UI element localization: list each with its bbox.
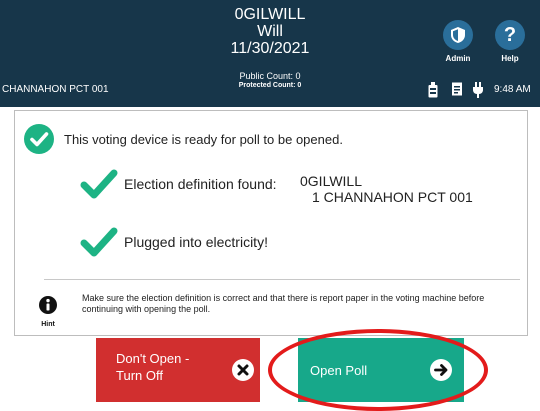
definition-election-code: 0GILWILL: [300, 173, 362, 189]
ballot-box-icon: [428, 82, 438, 98]
ballot-counts: Public Count: 0 Protected Count: 0: [160, 72, 380, 90]
power-plug-icon: [472, 82, 484, 98]
shield-icon: [443, 20, 473, 50]
hint: Hint: [36, 296, 60, 328]
election-date: 11/30/2021: [230, 40, 310, 57]
precinct-name: CHANNAHON PCT 001: [2, 84, 109, 95]
dont-open-button[interactable]: Don't Open - Turn Off: [96, 338, 260, 402]
checkmark-icon: [80, 226, 118, 258]
divider: [44, 279, 520, 280]
plugged-in-label: Plugged into electricity!: [124, 234, 268, 250]
admin-label: Admin: [445, 54, 471, 63]
public-count: Public Count: 0: [239, 71, 301, 81]
help-button[interactable]: ? Help: [490, 20, 530, 63]
open-poll-label: Open Poll: [310, 363, 368, 378]
dont-open-label: Don't Open - Turn Off: [116, 351, 190, 383]
info-icon: [39, 296, 57, 314]
election-info: 0GILWILL Will 11/30/2021: [160, 6, 380, 57]
admin-button[interactable]: Admin: [438, 20, 478, 63]
definition-values: 0GILWILL 1 CHANNAHON PCT 001: [300, 173, 473, 205]
election-code: 0GILWILL: [234, 6, 306, 23]
help-label: Help: [501, 54, 519, 63]
question-mark-icon: ?: [495, 20, 525, 50]
check-row-power: Plugged into electricity!: [80, 226, 268, 258]
open-poll-button[interactable]: Open Poll: [298, 338, 464, 402]
clock-time: 9:48 AM: [494, 84, 531, 95]
ready-row: This voting device is ready for poll to …: [24, 124, 343, 154]
hint-text: Make sure the election definition is cor…: [82, 293, 485, 314]
check-circle-icon: [24, 124, 54, 154]
printer-icon: [450, 82, 464, 96]
definition-found-label: Election definition found:: [124, 176, 277, 192]
ready-message: This voting device is ready for poll to …: [64, 131, 343, 147]
checkmark-icon: [80, 168, 118, 200]
protected-count: Protected Count: 0: [238, 82, 302, 89]
close-icon: [232, 359, 254, 381]
definition-precinct: 1 CHANNAHON PCT 001: [312, 189, 473, 205]
hint-label: Hint: [41, 321, 55, 328]
check-row-definition: Election definition found:: [80, 168, 277, 200]
county-name: Will: [257, 23, 283, 40]
top-bar: 0GILWILL Will 11/30/2021 Public Count: 0…: [0, 0, 540, 107]
arrow-right-icon: [430, 359, 452, 381]
